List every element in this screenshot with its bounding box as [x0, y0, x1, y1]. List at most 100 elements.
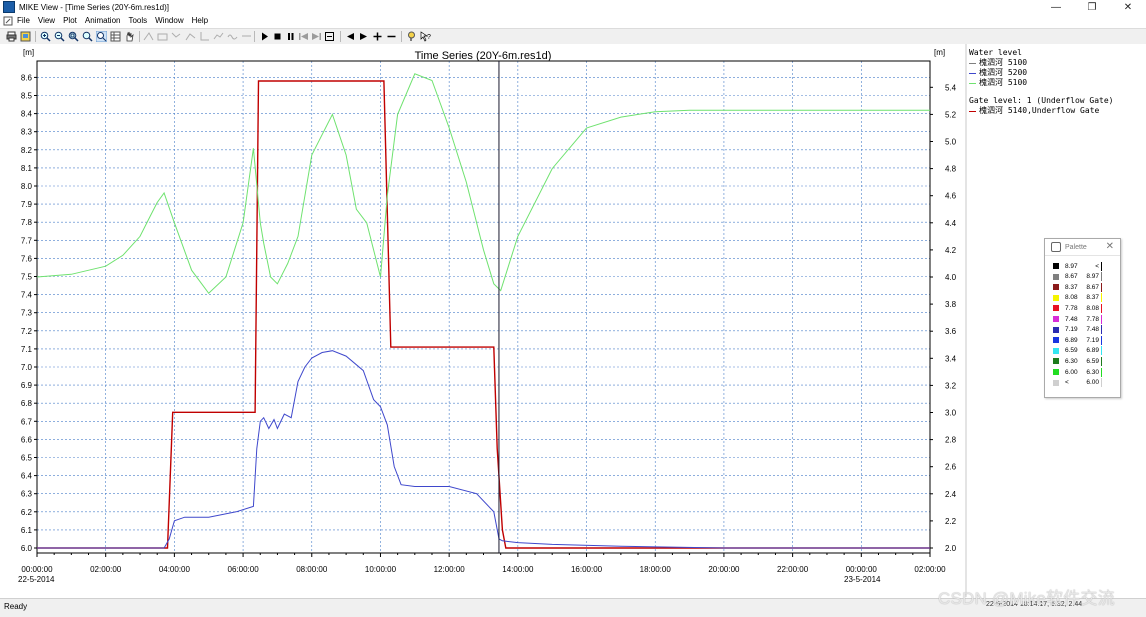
palette-low-value: 8.97	[1065, 262, 1078, 270]
palette-low-value: 7.78	[1065, 304, 1078, 312]
palette-swatch	[1053, 347, 1059, 354]
palette-row: 8.08 8.37	[1053, 293, 1113, 303]
palette-panel[interactable]: Palette ✕ 8.97 <8.67 8.97 8.37 8.67 8.08 8.37 7…	[1044, 238, 1121, 398]
legend-label: 槐泗河 5100	[979, 78, 1028, 87]
legend-item[interactable]: 槐泗河 5200	[969, 68, 1114, 78]
palette-row: 6.89 7.19	[1053, 335, 1113, 345]
zoom-window-icon[interactable]	[68, 31, 79, 42]
palette-swatch	[1053, 369, 1059, 375]
zoom-previous-icon[interactable]	[96, 31, 107, 42]
edit-points-icon[interactable]	[171, 31, 182, 42]
left-axis-tick-label: 6.0	[21, 544, 33, 553]
zoom-extent-icon[interactable]	[82, 31, 93, 42]
palette-low-value: 8.08	[1065, 294, 1078, 302]
palette-low-value: 6.89	[1065, 336, 1078, 344]
menu-animation[interactable]: Animation	[85, 16, 121, 25]
add-point-icon[interactable]	[185, 31, 196, 42]
zoom-out-icon[interactable]	[54, 31, 65, 42]
step-back-icon[interactable]	[345, 31, 356, 42]
print-icon[interactable]	[6, 31, 17, 42]
palette-high-value: 8.67	[1086, 283, 1099, 291]
palette-low-value: 6.59	[1065, 347, 1078, 355]
first-frame-icon[interactable]	[298, 31, 309, 42]
axis-icon[interactable]	[199, 31, 210, 42]
palette-swatch	[1053, 305, 1059, 312]
left-axis-tick-label: 6.3	[21, 490, 33, 499]
mdi-child-icon[interactable]	[3, 16, 13, 26]
copy-image-icon[interactable]	[20, 31, 31, 42]
palette-title: Palette	[1065, 243, 1087, 251]
series-line-1[interactable]	[37, 80, 930, 549]
stop-icon[interactable]	[272, 31, 283, 42]
legend-item[interactable]: 槐泗河 5100	[969, 78, 1114, 88]
menu-view[interactable]: View	[38, 16, 55, 25]
left-axis-tick-label: 7.7	[21, 236, 33, 245]
zoom-in-icon[interactable]	[40, 31, 51, 42]
menu-file[interactable]: File	[17, 16, 30, 25]
menu-tools[interactable]: Tools	[128, 16, 147, 25]
menu-window[interactable]: Window	[155, 16, 183, 25]
minimize-button[interactable]: —	[1038, 0, 1074, 14]
date-start-label: 22-5-2014	[18, 575, 55, 584]
select-icon[interactable]	[157, 31, 168, 42]
palette-low-value: 6.00	[1065, 368, 1078, 376]
palette-swatch	[1053, 337, 1059, 344]
right-axis-unit: [m]	[934, 48, 945, 57]
series-line-3[interactable]	[36, 73, 930, 295]
context-help-icon[interactable]: ?	[420, 31, 431, 42]
wave-icon[interactable]	[227, 31, 238, 42]
palette-row: 7.19 7.48	[1053, 325, 1113, 335]
palette-swatch	[1053, 326, 1059, 333]
profile-icon[interactable]	[241, 31, 252, 42]
table-icon[interactable]	[110, 31, 121, 42]
chart-icon[interactable]	[213, 31, 224, 42]
palette-low-value: 7.19	[1065, 326, 1078, 334]
palette-high-value: 6.89	[1086, 347, 1099, 355]
palette-header[interactable]: Palette ✕	[1045, 239, 1120, 256]
left-axis-tick-label: 6.2	[21, 508, 33, 517]
palette-high-value: 6.00	[1086, 379, 1099, 387]
palette-bar	[1101, 367, 1102, 377]
palette-bar	[1101, 314, 1102, 324]
right-axis-tick-label: 3.2	[945, 381, 957, 390]
play-icon[interactable]	[259, 31, 270, 42]
legend-item[interactable]: 槐泗河 5100	[969, 58, 1114, 68]
pan-hand-icon[interactable]	[124, 31, 135, 42]
time-series-chart[interactable]: Time Series (20Y-6m.res1d) [m] [m] 6.0 6.…	[0, 44, 965, 597]
slower-icon[interactable]	[386, 31, 397, 42]
right-axis-tick-label: 3.8	[945, 300, 957, 309]
toolbar: ?	[0, 28, 1146, 45]
right-axis-tick-label: 2.4	[945, 490, 957, 499]
step-forward-icon[interactable]	[358, 31, 369, 42]
last-frame-icon[interactable]	[311, 31, 322, 42]
pane-divider[interactable]	[965, 44, 967, 597]
faster-icon[interactable]	[372, 31, 383, 42]
palette-icon	[1051, 242, 1061, 252]
loop-icon[interactable]	[324, 31, 335, 42]
left-axis-tick-label: 7.1	[21, 345, 33, 354]
menu-plot[interactable]: Plot	[63, 16, 77, 25]
palette-close-button[interactable]: ✕	[1106, 241, 1114, 252]
palette-row: 8.37 8.67	[1053, 282, 1113, 292]
right-axis-tick-label: 5.0	[945, 138, 957, 147]
palette-swatch	[1053, 263, 1059, 269]
legend-label: 槐泗河 5200	[979, 68, 1028, 77]
close-button[interactable]: ✕	[1110, 0, 1146, 14]
menu-help[interactable]: Help	[192, 16, 208, 25]
palette-bar	[1101, 261, 1102, 271]
legend-item[interactable]: 槐泗河 5140,Underflow Gate	[969, 106, 1114, 116]
pause-icon[interactable]	[285, 31, 296, 42]
palette-bar	[1101, 303, 1102, 313]
measure-icon[interactable]	[143, 31, 154, 42]
time-axis-tick-label: 18:00:00	[640, 565, 672, 574]
right-axis-tick-label: 5.2	[945, 110, 957, 119]
palette-high-value: 6.30	[1086, 368, 1099, 376]
left-axis-tick-label: 7.6	[21, 254, 33, 263]
right-axis-tick-label: 2.8	[945, 436, 957, 445]
time-axis-tick-label: 12:00:00	[434, 565, 466, 574]
restore-button[interactable]: ❐	[1074, 0, 1110, 14]
window-title: MIKE View - [Time Series (20Y-6m.res1d)]	[19, 2, 169, 12]
left-axis-tick-label: 7.4	[21, 291, 33, 300]
palette-swatch	[1053, 316, 1059, 322]
help-icon[interactable]	[406, 31, 417, 42]
